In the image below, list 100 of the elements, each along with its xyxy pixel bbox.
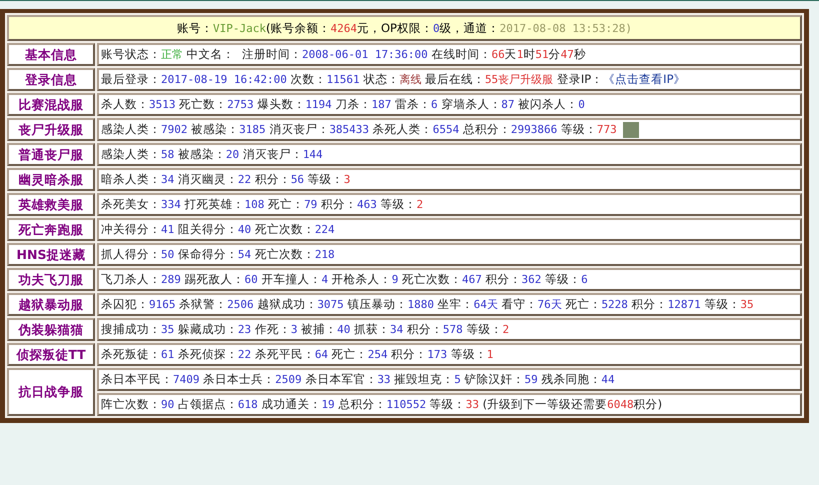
- stat-value: 33: [377, 373, 391, 386]
- stat-value: 254: [368, 348, 388, 361]
- stat-value: 2: [416, 198, 424, 211]
- stat-value: 773: [596, 123, 617, 136]
- stat-value: 173: [427, 348, 448, 361]
- stat-label: 躲藏成功：: [176, 322, 238, 336]
- stat-label: 等级：: [560, 122, 597, 136]
- stat-value: 9: [392, 273, 398, 286]
- stat-value: 385433: [329, 123, 370, 136]
- stat-label: 积分：: [254, 172, 291, 186]
- stat-label: 阵亡次数：: [101, 397, 161, 411]
- stat-label: 抓人得分：: [101, 247, 161, 261]
- stat-label: 时: [523, 47, 536, 61]
- stat-value: 34: [161, 173, 174, 186]
- stat-label: 阻关得分：: [176, 222, 238, 236]
- stat-value: 3513: [149, 98, 176, 111]
- server-name-cell: HNS捉迷藏: [7, 243, 95, 266]
- stat-label: 杀死美女：: [101, 197, 161, 211]
- server-name-cell: 越狱暴动服: [7, 293, 95, 316]
- stat-value: 66: [491, 48, 505, 61]
- stat-label: 占领据点：: [176, 397, 238, 411]
- stat-value: 5228: [601, 298, 628, 311]
- stat-label: 杀死平民：: [254, 347, 315, 361]
- stat-label: 在线时间：: [430, 47, 492, 61]
- stat-value: 87: [501, 98, 515, 111]
- stat-value: 3185: [239, 123, 266, 136]
- stat-value: 50: [161, 248, 174, 261]
- stat-value: 12871: [668, 298, 701, 311]
- stat-label: 穿墙杀人：: [440, 97, 502, 111]
- stat-label: 杀人数：: [101, 97, 149, 111]
- header-label: 元，OP权限：: [356, 20, 433, 34]
- header-label: (账号余额：: [266, 20, 330, 34]
- stat-label: 坐牢：: [436, 297, 474, 311]
- server-name-cell: 普通丧尸服: [7, 143, 95, 166]
- stat-label: 中文名： 注册时间：: [186, 47, 302, 61]
- stat-value: 56: [290, 173, 304, 186]
- stat-label: 死亡次数：: [254, 222, 315, 236]
- header-value: VIP-Jack: [212, 22, 266, 34]
- stat-value: 110552: [386, 398, 426, 411]
- stat-value: 34: [390, 323, 404, 336]
- stat-value: 289: [161, 273, 181, 286]
- stat-value: 76天: [538, 298, 562, 311]
- stat-value: 23: [238, 323, 252, 336]
- header-value: 2017-08-08 13:53:28): [500, 22, 632, 34]
- header-label: 账号：: [176, 20, 213, 34]
- stat-value: 3075: [317, 298, 344, 311]
- stat-value: 578: [442, 323, 463, 336]
- stat-label: 被闪杀人：: [517, 97, 578, 111]
- stat-value: 2008-06-01 17:36:00: [302, 48, 428, 61]
- stat-label: 杀日本士兵：: [202, 372, 276, 386]
- stat-label: 摧毁坦克：: [393, 372, 454, 386]
- stat-label: 踢死敌人：: [184, 272, 245, 286]
- stat-label: 消灭幽灵：: [176, 172, 238, 186]
- stat-label: 成功通关：: [260, 397, 322, 411]
- view-ip-link[interactable]: 《点击查看IP》: [603, 72, 686, 86]
- stat-label: 积分：: [320, 197, 357, 211]
- stat-value: 60: [244, 273, 258, 286]
- stat-value: 55丧尸升级服: [484, 73, 554, 86]
- stat-value: 7902: [161, 123, 188, 136]
- stat-label: 总积分：: [337, 397, 386, 411]
- stat-label: 刀杀：: [334, 97, 372, 111]
- stat-label: 次数：: [289, 72, 326, 86]
- stat-label: 打死英雄：: [184, 197, 245, 211]
- stat-value: 1880: [407, 298, 434, 311]
- stat-value: 0: [578, 98, 585, 111]
- stat-label: 作死：: [254, 322, 291, 336]
- stat-label: 被捕：: [300, 322, 338, 336]
- stat-label: 积分：: [390, 347, 428, 361]
- stat-label: 等级：: [306, 172, 344, 186]
- stat-label: 状态：: [362, 72, 400, 86]
- stat-value: 90: [161, 398, 174, 411]
- server-name-cell: 基本信息: [7, 43, 95, 66]
- stat-value: 79: [304, 198, 318, 211]
- stat-label: 被感染：: [176, 147, 226, 161]
- stat-value: 1194: [305, 98, 332, 111]
- stat-label: 开枪杀人：: [330, 272, 392, 286]
- server-name-cell: 抗日战争服: [7, 368, 95, 416]
- stat-label: 铲除汉奸：: [463, 372, 524, 386]
- stat-value: 6: [431, 98, 438, 111]
- server-name-cell: 比赛混战服: [7, 93, 95, 116]
- stat-label: 杀日本平民：: [101, 372, 173, 386]
- stat-label: 死亡数：: [178, 97, 228, 111]
- stat-value: 51: [535, 48, 549, 61]
- stat-label: 死亡次数：: [400, 272, 462, 286]
- stat-label: 越狱成功：: [256, 297, 318, 311]
- stat-value: 47: [560, 48, 574, 61]
- stat-label: 等级：: [544, 272, 582, 286]
- header-label: 级，通道：: [440, 20, 500, 34]
- stat-value: 40: [238, 223, 252, 236]
- stat-value: 3: [290, 323, 298, 336]
- stat-label: 积分): [634, 397, 662, 411]
- stat-label: 开车撞人：: [260, 272, 322, 286]
- stat-value: 2: [502, 323, 510, 336]
- stat-label: 积分：: [484, 272, 522, 286]
- stat-label: 消灭丧尸：: [268, 122, 330, 136]
- stat-label: 总积分：: [462, 122, 511, 136]
- stat-value: 59: [524, 373, 538, 386]
- stat-value: 64: [314, 348, 328, 361]
- stat-value: 44: [601, 373, 615, 386]
- stat-label: 飞刀杀人：: [101, 272, 161, 286]
